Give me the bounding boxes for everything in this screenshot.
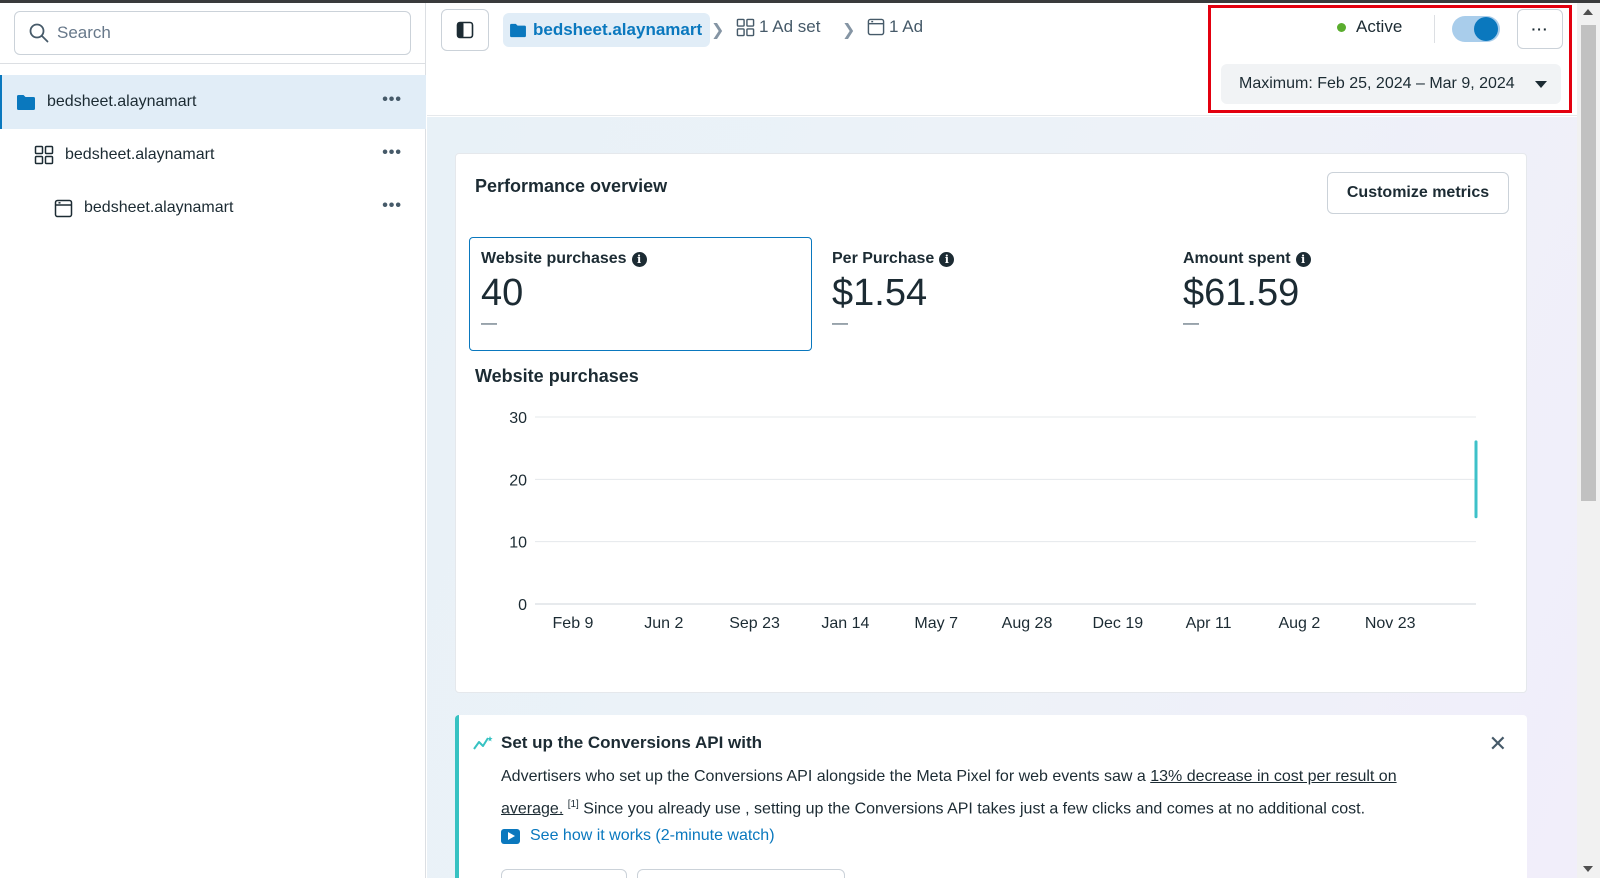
search-box[interactable] <box>14 11 411 55</box>
conversions-body: Advertisers who set up the Conversions A… <box>501 763 1411 823</box>
metric-change: — <box>481 315 497 332</box>
more-options-icon[interactable]: ••• <box>382 197 402 215</box>
sidebar-item-label: bedsheet.alaynamart <box>65 146 215 163</box>
breadcrumb-campaign-label: bedsheet.alaynamart <box>533 20 703 39</box>
trend-sparkle-icon <box>473 736 493 750</box>
conversions-api-card: Set up the Conversions API with ✕ Advert… <box>455 715 1527 878</box>
scrollbar-thumb[interactable] <box>1581 25 1596 501</box>
breadcrumb-adset-label: 1 Ad set <box>759 17 821 36</box>
close-icon[interactable]: ✕ <box>1489 731 1507 757</box>
info-icon[interactable]: i <box>631 251 647 267</box>
metric-change: — <box>1183 315 1199 332</box>
sidebar-item-ad[interactable]: bedsheet.alaynamart ••• <box>0 181 426 235</box>
search-icon <box>29 23 49 43</box>
y-tick-label: 10 <box>509 535 527 552</box>
secondary-action-button[interactable] <box>637 869 845 878</box>
metric-card-amount-spent[interactable]: Amount spent i $61.59 — <box>1171 237 1514 351</box>
folder-icon <box>510 23 526 37</box>
sidebar-panel-icon <box>456 21 474 39</box>
sidebar-item-label: bedsheet.alaynamart <box>84 199 234 216</box>
performance-title: Performance overview <box>475 176 668 196</box>
x-tick-label: Apr 11 <box>1186 615 1232 632</box>
x-tick-label: Aug 2 <box>1278 615 1320 632</box>
highlight-box <box>1208 5 1572 113</box>
ad-window-icon <box>52 197 74 219</box>
info-icon[interactable]: i <box>1295 251 1311 267</box>
sidebar-item-label: bedsheet.alaynamart <box>47 93 197 110</box>
sidebar-divider <box>0 63 426 64</box>
metric-value: $1.54 <box>832 272 928 314</box>
adset-grid-icon <box>33 144 55 166</box>
x-tick-label: Nov 23 <box>1365 615 1416 632</box>
chevron-right-icon: ❯ <box>711 22 725 39</box>
primary-action-button[interactable] <box>501 869 627 878</box>
more-options-icon[interactable]: ••• <box>382 91 402 109</box>
watch-video-label: See how it works (2-minute watch) <box>530 827 775 844</box>
metric-value: $61.59 <box>1183 272 1300 314</box>
scroll-down-arrow-icon[interactable] <box>1583 866 1593 872</box>
info-icon[interactable]: i <box>939 251 955 267</box>
breadcrumb-adset[interactable]: 1 Ad set <box>736 17 820 37</box>
search-input[interactable] <box>57 23 387 43</box>
metric-change: — <box>832 315 848 332</box>
main-area: bedsheet.alaynamart ❯ 1 Ad set ❯ 1 Ad Ac… <box>427 3 1577 878</box>
ad-window-icon <box>867 18 885 36</box>
toggle-sidebar-button[interactable] <box>441 9 489 51</box>
metric-card-website-purchases[interactable]: Website purchases i 40 — <box>469 237 812 351</box>
metric-label: Amount spent <box>1183 250 1291 267</box>
folder-icon <box>15 91 37 113</box>
metric-card-per-purchase[interactable]: Per Purchase i $1.54 — <box>820 237 1163 351</box>
more-options-icon[interactable]: ••• <box>382 144 402 162</box>
metric-label: Per Purchase <box>832 250 935 267</box>
breadcrumb-ad-label: 1 Ad <box>889 17 924 36</box>
sidebar-item-adset[interactable]: bedsheet.alaynamart ••• <box>0 128 426 182</box>
x-tick-label: May 7 <box>914 615 958 632</box>
breadcrumb-ad[interactable]: 1 Ad <box>867 17 923 37</box>
sidebar: bedsheet.alaynamart ••• bedsheet.alaynam… <box>0 3 426 878</box>
x-tick-label: Dec 19 <box>1092 615 1143 632</box>
body-text-suffix: Since you already use , setting up the C… <box>578 800 1366 818</box>
x-tick-label: Jun 2 <box>644 615 683 632</box>
metric-label: Website purchases <box>481 250 627 267</box>
breadcrumb-campaign[interactable]: bedsheet.alaynamart <box>503 13 711 47</box>
y-tick-label: 0 <box>518 597 527 614</box>
conversions-title: Set up the Conversions API with <box>501 733 763 752</box>
x-tick-label: Sep 23 <box>729 615 780 632</box>
body-text: Advertisers who set up the Conversions A… <box>501 768 1151 785</box>
y-tick-label: 30 <box>509 410 527 427</box>
header-bar: bedsheet.alaynamart ❯ 1 Ad set ❯ 1 Ad Ac… <box>427 3 1577 116</box>
chart-title: Website purchases <box>475 366 639 386</box>
watch-video-link[interactable]: See how it works (2-minute watch) <box>501 827 775 845</box>
customize-metrics-button[interactable]: Customize metrics <box>1327 172 1509 214</box>
x-tick-label: Aug 28 <box>1002 615 1053 632</box>
performance-overview-card: Performance overview Customize metrics W… <box>455 153 1527 693</box>
scrollbar[interactable] <box>1577 3 1600 878</box>
x-tick-label: Feb 9 <box>553 615 594 632</box>
footnote-ref[interactable]: [1] <box>568 799 579 810</box>
sidebar-item-campaign[interactable]: bedsheet.alaynamart ••• <box>0 75 426 129</box>
website-purchases-chart: 0 10 20 30 Feb 9 Jun 2 Sep 23 Jan 14 May 7 Aug 28… <box>509 410 1478 632</box>
y-tick-label: 20 <box>509 472 527 489</box>
x-tick-label: Jan 14 <box>821 615 869 632</box>
chevron-right-icon: ❯ <box>842 22 856 39</box>
adset-grid-icon <box>736 18 755 36</box>
scroll-up-arrow-icon[interactable] <box>1583 9 1593 15</box>
metric-value: 40 <box>481 272 524 314</box>
play-video-icon <box>501 828 520 844</box>
